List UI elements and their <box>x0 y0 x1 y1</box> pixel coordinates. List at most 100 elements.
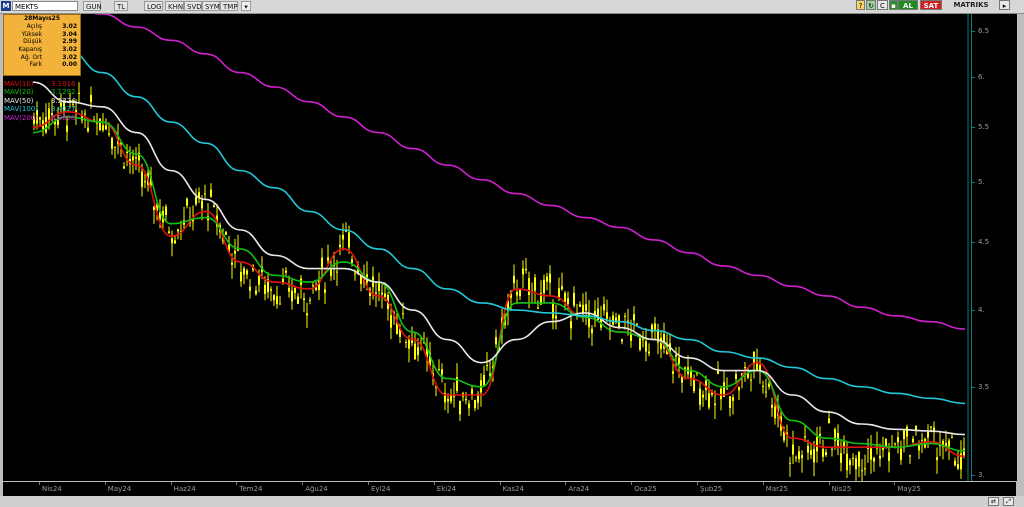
info-label: Düşük <box>23 38 42 46</box>
candle-body <box>324 289 326 293</box>
candle-body <box>315 287 317 290</box>
info-value: 3.02 <box>62 53 77 61</box>
svd-button[interactable]: SVD <box>184 1 202 11</box>
x-tick-label: Oca25 <box>634 485 657 493</box>
candle-body <box>585 304 587 311</box>
candle-body <box>912 438 914 443</box>
candle-body <box>336 271 338 273</box>
x-tick-label: May25 <box>897 485 921 493</box>
sell-button[interactable]: SAT <box>920 0 942 10</box>
candle-body <box>792 444 794 455</box>
candle-body <box>201 200 203 209</box>
candle-body <box>675 355 677 357</box>
period-day-button[interactable]: GUN <box>83 1 102 11</box>
y-tick-label: 3.5 <box>978 382 990 391</box>
log-scale-button[interactable]: LOG <box>144 1 163 11</box>
candle-body <box>819 433 821 436</box>
candle-body <box>948 440 950 447</box>
candle-body <box>528 278 530 295</box>
buy-indicator-icon: ▪ <box>889 0 898 10</box>
mav50-line[interactable] <box>32 81 966 436</box>
y-tick-label: 4. <box>978 306 985 315</box>
y-axis[interactable]: 6.5 6. 5.5 5. 4.5 4. 3.5 3. <box>971 14 1017 481</box>
window-menu-icon[interactable]: ▸ <box>999 0 1010 10</box>
candle-body <box>699 388 701 405</box>
x-tick-mark <box>236 482 238 485</box>
legend-mav100[interactable]: MAV(100) 3.4027 <box>3 105 83 113</box>
legend-mav10[interactable]: MAV(10) 3.1016 <box>3 80 83 88</box>
currency-tl-button[interactable]: TL <box>114 1 128 11</box>
candle-body <box>111 137 113 149</box>
candle-body <box>846 453 848 471</box>
tmp-button[interactable]: TMP <box>220 1 238 11</box>
candle-body <box>612 315 614 325</box>
candle-body <box>468 403 470 409</box>
y-tick-mark <box>972 127 975 129</box>
candle-body <box>645 341 647 352</box>
buy-button[interactable]: AL <box>898 0 918 10</box>
indicator-legend: MAV(10) 3.1016 MAV(20) 3.1292 MAV(50) 3.222… <box>3 80 83 122</box>
candle-body <box>213 205 215 207</box>
x-tick-mark <box>565 482 567 485</box>
x-tick-label: Kas24 <box>502 485 524 493</box>
plot-area[interactable] <box>3 14 971 481</box>
candle-body <box>177 229 179 232</box>
info-label: Kapanış <box>18 46 42 54</box>
legend-mav20[interactable]: MAV(20) 3.1292 <box>3 88 83 96</box>
c-button[interactable]: C <box>877 0 888 10</box>
candle-body <box>564 292 566 302</box>
candle-body <box>903 430 905 440</box>
info-row: Ağ. Ort 3.02 <box>4 54 80 62</box>
legend-mav200[interactable]: MAV(200) 3.8698 <box>3 114 83 122</box>
candle-body <box>84 113 86 115</box>
y-tick-label: 5. <box>978 178 985 186</box>
candle-body <box>249 286 251 291</box>
candle-body <box>927 431 929 438</box>
legend-name: MAV(10) <box>4 80 34 88</box>
candle-body <box>726 388 728 390</box>
candle-body <box>537 307 539 309</box>
candle-body <box>165 206 167 215</box>
mav10-line[interactable] <box>32 111 966 458</box>
candle-body <box>771 404 773 408</box>
candle-body <box>693 378 695 392</box>
legend-name: MAV(20) <box>4 88 34 97</box>
app-logo-icon: M <box>1 1 11 11</box>
legend-mav50[interactable]: MAV(50) 3.2224 <box>3 97 83 105</box>
candle-body <box>888 452 890 461</box>
symbol-input[interactable]: MEKTS <box>12 1 78 11</box>
y-tick-label: 5.5 <box>978 123 990 132</box>
candle-body <box>648 351 650 354</box>
candle-body <box>570 321 572 329</box>
candle-body <box>606 312 608 319</box>
x-tick-label: Nis25 <box>831 485 852 493</box>
candle-body <box>408 338 410 349</box>
mav20-line[interactable] <box>32 116 966 452</box>
candle-body <box>186 198 188 206</box>
zoom-fit-icon[interactable]: ⤢ <box>1003 497 1014 506</box>
refresh-icon[interactable]: ↻ <box>866 0 876 10</box>
candle-body <box>390 315 392 328</box>
help-icon[interactable]: ? <box>856 0 865 10</box>
candle-body <box>144 181 146 183</box>
candle-body <box>801 455 803 459</box>
info-row: Fark 0.00 <box>4 61 80 69</box>
x-tick-mark <box>762 482 764 485</box>
swap-icon[interactable]: ⇄ <box>988 497 999 506</box>
x-tick-label: Nis24 <box>42 485 62 493</box>
x-tick-mark <box>104 482 106 485</box>
candle-body <box>558 288 560 298</box>
sym-button[interactable]: SYM <box>202 1 220 11</box>
khn-button[interactable]: KHN <box>165 1 184 11</box>
dropdown-arrow-icon[interactable]: ▾ <box>241 1 251 11</box>
info-label: Açılış <box>26 23 42 30</box>
x-axis[interactable]: Nis24 May24 Haz24 Tem24 Ağu24 Eyl24 Eki24 Kas24… <box>3 482 1016 496</box>
candle-body <box>453 395 455 397</box>
candle-body <box>516 291 518 296</box>
candle-body <box>750 379 752 381</box>
candle-body <box>861 470 863 472</box>
y-tick-mark <box>972 310 975 312</box>
candle-body <box>543 279 545 294</box>
info-row: Düşük 2.99 <box>4 38 80 46</box>
candle-body <box>603 304 605 311</box>
